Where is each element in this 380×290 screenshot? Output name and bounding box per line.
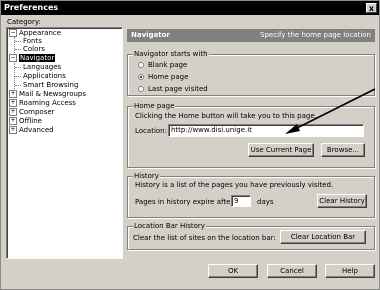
arrow-line bbox=[294, 88, 376, 130]
arrowhead-icon bbox=[285, 124, 300, 134]
annotation-arrow bbox=[285, 88, 376, 134]
preferences-window: Preferences x Category: − Appearance Font… bbox=[0, 0, 380, 290]
